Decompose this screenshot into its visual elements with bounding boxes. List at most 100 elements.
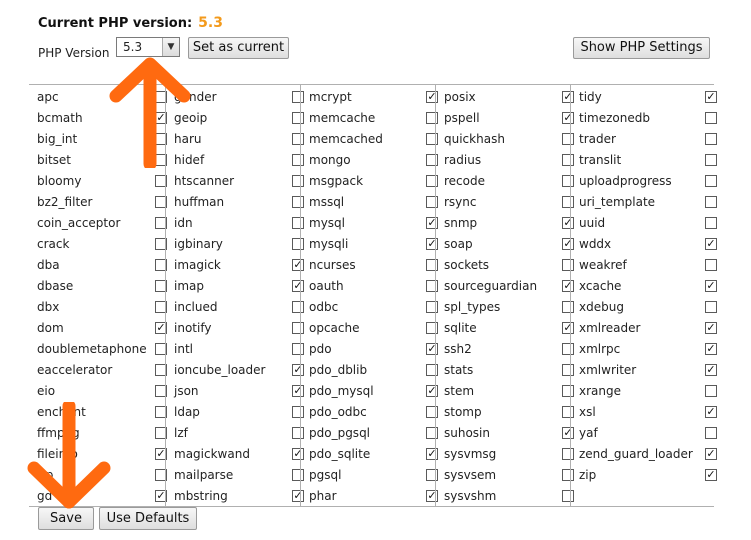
extension-label: stomp (444, 405, 482, 419)
extension-row: uuid (579, 213, 717, 234)
extension-label: timezonedb (579, 111, 650, 125)
extension-checkbox[interactable] (705, 259, 717, 271)
extension-label: pgsql (309, 468, 342, 482)
extension-row: idn (174, 213, 304, 234)
extension-checkbox[interactable] (705, 112, 717, 124)
extension-label: mysqli (309, 237, 349, 251)
extension-label: dba (37, 258, 60, 272)
extension-row: ldap (174, 402, 304, 423)
extension-label: opcache (309, 321, 360, 335)
extension-row: wddx ✓ (579, 234, 717, 255)
current-php-version-title: Current PHP version: 5.3 (38, 15, 223, 31)
extension-label: pdo (309, 342, 332, 356)
extension-label: ncurses (309, 258, 356, 272)
extension-checkbox[interactable] (705, 427, 717, 439)
extension-checkbox-checked[interactable]: ✓ (705, 280, 717, 292)
extension-row: opcache (309, 318, 438, 339)
extension-checkbox-checked[interactable]: ✓ (705, 448, 717, 460)
show-php-settings-button[interactable]: Show PHP Settings (573, 37, 710, 59)
extension-label: uuid (579, 216, 606, 230)
extension-label: stats (444, 363, 474, 377)
extension-label: xmlwriter (579, 363, 637, 377)
extension-row: doublemetaphone (37, 339, 167, 360)
extension-row: sourceguardian ✓ (444, 276, 574, 297)
extension-label: soap (444, 237, 473, 251)
extension-checkbox-checked[interactable]: ✓ (705, 238, 717, 250)
extension-label: magickwand (174, 447, 250, 461)
extension-row: ioncube_loader ✓ (174, 360, 304, 381)
extension-label: bitset (37, 153, 71, 167)
extension-row: pdo ✓ (309, 339, 438, 360)
extension-label: pdo_mysql (309, 384, 374, 398)
extension-label: zip (579, 468, 597, 482)
set-as-current-button[interactable]: Set as current (188, 37, 289, 59)
php-version-label: PHP Version (38, 46, 110, 60)
extension-label: xdebug (579, 300, 624, 314)
extensions-column: mcrypt ✓ memcache memcached mongo msgpack mssq… (300, 85, 438, 506)
extension-label: stem (444, 384, 475, 398)
extension-row: lzf (174, 423, 304, 444)
extension-row: memcache (309, 108, 438, 129)
extension-label: xmlreader (579, 321, 641, 335)
extension-row: pspell ✓ (444, 108, 574, 129)
extension-row: bz2_filter (37, 192, 167, 213)
extension-row: ncurses (309, 255, 438, 276)
extension-row: xcache ✓ (579, 276, 717, 297)
php-version-select[interactable]: 5.3 ▼ (116, 37, 180, 57)
extension-checkbox[interactable] (705, 217, 717, 229)
extension-checkbox[interactable] (705, 133, 717, 145)
extension-row: pdo_odbc (309, 402, 438, 423)
extension-label: wddx (579, 237, 612, 251)
chevron-down-icon[interactable]: ▼ (162, 38, 179, 56)
extension-row: soap ✓ (444, 234, 574, 255)
extension-row: htscanner (174, 171, 304, 192)
extension-label: sockets (444, 258, 490, 272)
extension-label: bcmath (37, 111, 83, 125)
extension-label: posix (444, 90, 476, 104)
extension-row: ssh2 (444, 339, 574, 360)
extension-row: suhosin ✓ (444, 423, 574, 444)
extension-row: dba (37, 255, 167, 276)
extension-row: uploadprogress (579, 171, 717, 192)
php-version-selected-value: 5.3 (123, 40, 143, 54)
extension-row: uri_template (579, 192, 717, 213)
extension-label: xsl (579, 405, 596, 419)
extension-checkbox-checked[interactable]: ✓ (705, 343, 717, 355)
extension-row: translit (579, 150, 717, 171)
extension-row: timezonedb (579, 108, 717, 129)
extension-row: inclued (174, 297, 304, 318)
extension-row: sqlite ✓ (444, 318, 574, 339)
extension-row: eaccelerator (37, 360, 167, 381)
extension-row: sysvsem (444, 465, 574, 486)
use-defaults-button[interactable]: Use Defaults (99, 507, 197, 530)
extension-row: imagick ✓ (174, 255, 304, 276)
extension-row: weakref (579, 255, 717, 276)
extension-label: mongo (309, 153, 351, 167)
extension-label: memcache (309, 111, 376, 125)
extension-row: zip ✓ (579, 465, 717, 486)
extension-checkbox[interactable] (705, 385, 717, 397)
extension-checkbox-checked[interactable]: ✓ (705, 406, 717, 418)
extension-checkbox-checked[interactable]: ✓ (705, 364, 717, 376)
extension-checkbox-checked[interactable]: ✓ (705, 322, 717, 334)
extension-checkbox[interactable] (705, 154, 717, 166)
extension-row: rsync (444, 192, 574, 213)
extension-label: uri_template (579, 195, 656, 209)
extension-checkbox[interactable] (705, 175, 717, 187)
extension-row: radius (444, 150, 574, 171)
extension-label: memcached (309, 132, 383, 146)
extension-row: coin_acceptor (37, 213, 167, 234)
extension-row: crack (37, 234, 167, 255)
extension-label: dom (37, 321, 64, 335)
extension-checkbox[interactable] (705, 301, 717, 313)
extension-row: xmlwriter ✓ (579, 360, 717, 381)
extension-label: xcache (579, 279, 622, 293)
extension-row: imap ✓ (174, 276, 304, 297)
extension-checkbox-checked[interactable]: ✓ (705, 91, 717, 103)
extension-row: memcached (309, 129, 438, 150)
extension-label: lzf (174, 426, 188, 440)
extension-checkbox[interactable] (705, 196, 717, 208)
current-php-version-value: 5.3 (198, 15, 223, 31)
extension-checkbox-checked[interactable]: ✓ (705, 469, 717, 481)
extensions-column: tidy ✓ timezonedb trader translit uploadprogr… (570, 85, 717, 506)
